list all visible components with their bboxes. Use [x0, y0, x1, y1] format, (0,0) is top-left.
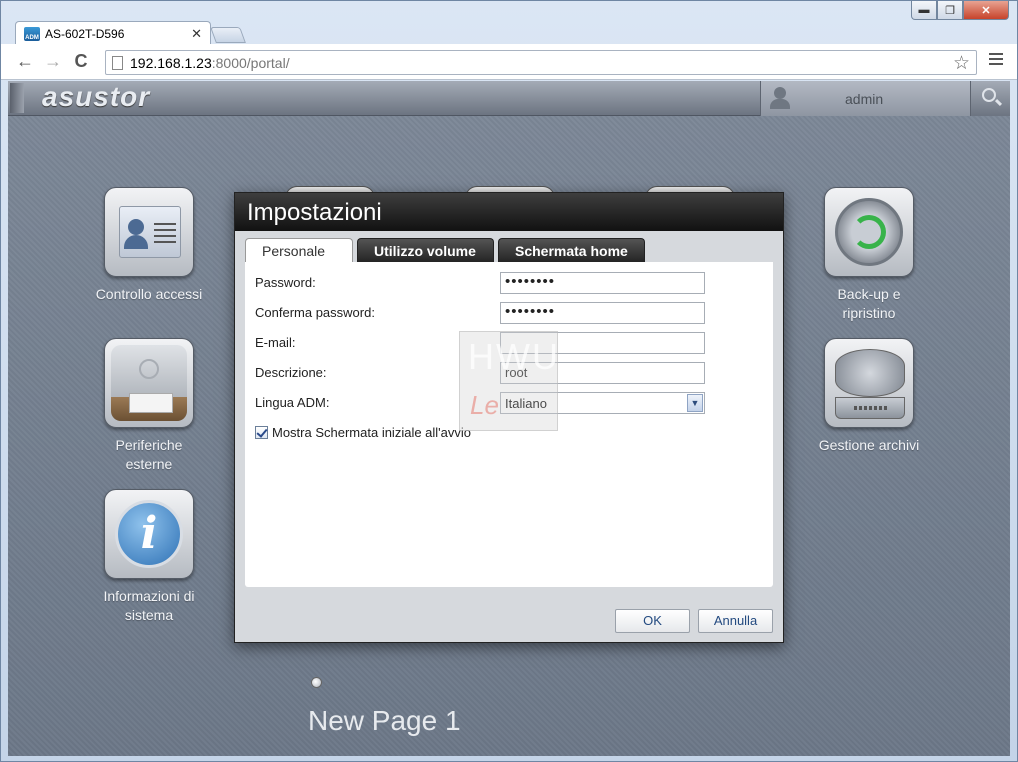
sidebar-handle[interactable] [10, 83, 24, 113]
confirm-password-field[interactable]: •••••••• [500, 302, 705, 324]
watermark: HWU Le [459, 331, 558, 431]
app-label: Controllo accessi [95, 286, 203, 302]
browser-menu-icon[interactable] [989, 53, 1003, 68]
adm-favicon-icon: ADM [24, 26, 40, 41]
dialog-tabs: Personale Utilizzo volume Schermata home [245, 238, 649, 263]
tab-close-icon[interactable]: ✕ [191, 26, 202, 42]
app-controllo-accessi[interactable]: Controllo accessi [84, 187, 214, 304]
tab-personale[interactable]: Personale [245, 238, 353, 263]
forward-arrow-icon[interactable]: → [39, 48, 67, 76]
app-gestione-archivi[interactable]: Gestione archivi [804, 338, 934, 455]
search-icon [982, 88, 996, 102]
ok-button[interactable]: OK [615, 609, 690, 633]
page-indicator-dot[interactable] [311, 677, 322, 688]
search-button[interactable] [970, 81, 1010, 116]
confirm-password-label: Conferma password: [255, 305, 375, 320]
app-label: Gestione archivi [818, 437, 920, 453]
language-label: Lingua ADM: [255, 395, 330, 410]
chevron-down-icon[interactable]: ▼ [687, 394, 703, 412]
url-host: 192.168.1.23 [130, 54, 212, 71]
user-icon [769, 87, 791, 109]
external-devices-icon [104, 338, 194, 428]
watermark-subtext: Le [470, 390, 499, 420]
reload-icon[interactable]: C [67, 48, 95, 76]
app-periferiche-esterne[interactable]: Periferiche esterne [84, 338, 214, 474]
address-bar[interactable]: 192.168.1.23 :8000/portal/ ☆ [105, 50, 977, 75]
email-label: E-mail: [255, 335, 296, 350]
new-tab-button[interactable] [210, 27, 246, 43]
back-arrow-icon[interactable]: ← [11, 48, 39, 76]
browser-tab[interactable]: ADM AS-602T-D596 ✕ [15, 21, 211, 45]
page-icon [112, 55, 123, 70]
dialog-title: Impostazioni [247, 199, 382, 226]
portal-topbar: asustor admin [8, 81, 1010, 116]
password-field[interactable]: •••••••• [500, 272, 705, 294]
window-controls: ▬ ❐ ✕ [911, 1, 1009, 20]
app-label: Back-up e ripristino [837, 286, 901, 321]
archive-manager-icon [824, 338, 914, 428]
tab-strip: ADM AS-602T-D596 ✕ [15, 21, 246, 45]
description-label: Descrizione: [255, 365, 327, 380]
app-backup-ripristino[interactable]: Back-up e ripristino [804, 187, 934, 323]
app-label: Periferiche esterne [115, 437, 183, 472]
url-path: :8000/portal/ [211, 54, 290, 71]
access-control-icon [104, 187, 194, 277]
confirm-password-row: Conferma password: •••••••• [255, 302, 765, 324]
password-row: Password: •••••••• [255, 272, 765, 294]
checkbox-label: Mostra Schermata iniziale all'avvio [272, 425, 472, 440]
app-informazioni-sistema[interactable]: i Informazioni di sistema [84, 489, 214, 625]
backup-restore-icon [824, 187, 914, 277]
maximize-button[interactable]: ❐ [937, 1, 963, 20]
close-window-button[interactable]: ✕ [963, 1, 1009, 20]
page-name: New Page 1 [308, 705, 461, 736]
tab-schermata-home[interactable]: Schermata home [498, 238, 645, 263]
minimize-button[interactable]: ▬ [911, 1, 937, 20]
cancel-button[interactable]: Annulla [698, 609, 773, 633]
user-menu[interactable]: admin [760, 81, 970, 116]
username: admin [845, 91, 884, 107]
browser-toolbar: ← → C 192.168.1.23 :8000/portal/ ☆ [1, 44, 1017, 80]
tab-utilizzo-volume[interactable]: Utilizzo volume [357, 238, 494, 263]
app-label: Informazioni di sistema [103, 588, 195, 623]
tab-title: AS-602T-D596 [45, 26, 125, 41]
dialog-header[interactable]: Impostazioni [235, 193, 783, 231]
asustor-logo: asustor [42, 81, 151, 112]
watermark-text: HWU [468, 336, 560, 377]
system-info-icon: i [104, 489, 194, 579]
bookmark-star-icon[interactable]: ☆ [953, 52, 970, 75]
show-home-on-start-checkbox[interactable] [255, 426, 268, 439]
password-label: Password: [255, 275, 316, 290]
show-home-on-start-row: Mostra Schermata iniziale all'avvio [255, 425, 471, 440]
